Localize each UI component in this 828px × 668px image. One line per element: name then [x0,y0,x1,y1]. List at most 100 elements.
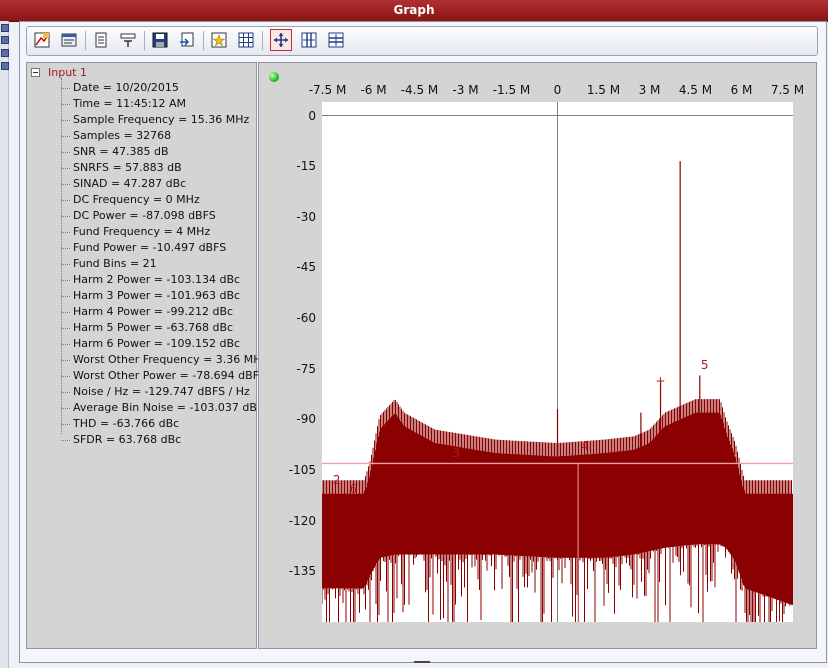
tree-connector [61,120,70,121]
toolbar-separator [144,31,145,50]
fft-plot-svg [322,102,793,622]
tree-connector [61,184,70,185]
x-tick-label: -1.5 M [492,83,531,97]
status-led-icon [269,72,279,82]
tree-item-label: DC Power = -87.098 dBFS [73,209,216,222]
tree-root-label: Input 1 [48,66,87,79]
tree-connector [61,264,70,265]
zoom-y-icon[interactable] [326,30,346,50]
tree-connector [61,312,70,313]
save-icon[interactable] [150,30,170,50]
tree-item-label: Harm 4 Power = -99.212 dBc [73,305,234,318]
y-tick-label: 0 [308,108,316,123]
tree-item-label: THD = -63.766 dBc [73,417,180,430]
tree-item-label: SFDR = 63.768 dBc [73,433,182,446]
left-dock-strip [0,21,9,668]
x-tick-label: 4.5 M [678,83,713,97]
autoscale-icon[interactable] [209,30,229,50]
toolbar-separator [262,31,263,50]
list-icon[interactable] [91,30,111,50]
tree-item-label: Time = 11:45:12 AM [73,97,187,110]
x-tick-label: 7.5 M [770,83,805,97]
graph-toolbar [26,26,818,56]
tree-item-label: Samples = 32768 [73,129,172,142]
x-tick-label: 1.5 M [586,83,621,97]
title-bar[interactable]: Graph [0,0,828,22]
tree-connector [61,152,70,153]
pan-icon[interactable] [270,29,292,51]
tree-connector [61,200,70,201]
harmonic-marker-label[interactable]: 5 [701,358,709,372]
tree-item-label: SINAD = 47.287 dBc [73,177,187,190]
grid-icon[interactable] [236,30,256,50]
measurement-tree[interactable]: Input 1 Date = 10/20/2015 Time = 11:45:12… [26,62,270,649]
tree-connector [61,280,70,281]
tree-item-label: Harm 5 Power = -63.768 dBc [73,321,234,334]
y-tick-label: -15 [296,159,316,174]
tree-item-label: Noise / Hz = -129.747 dBFS / Hz [73,385,250,398]
window-title: Graph [393,3,435,17]
resize-grip-icon[interactable] [414,661,430,663]
harmonic-marker-label[interactable]: + [656,374,666,388]
collapse-icon[interactable] [31,68,40,77]
x-tick-label: -4.5 M [400,83,439,97]
zoom-x-icon[interactable] [299,30,319,50]
tree-item-label: SNRFS = 57.883 dB [73,161,182,174]
tree-item-label: Fund Power = -10.497 dBFS [73,241,227,254]
tree-item-label: Harm 3 Power = -101.963 dBc [73,289,241,302]
tree-connector [61,168,70,169]
harmonic-marker-label[interactable]: 3 [452,446,460,460]
tree-connector [61,296,70,297]
tree-connector [61,344,70,345]
dock-tab-icon[interactable] [1,62,9,70]
tree-connector [61,232,70,233]
tree-connector [61,392,70,393]
x-tick-label: -3 M [452,83,479,97]
tree-item-label: Harm 2 Power = -103.134 dBc [73,273,241,286]
zoom-chart-icon[interactable] [32,30,52,50]
toolbar-separator [203,31,204,50]
fft-plot-area[interactable] [322,102,793,622]
tree-connector [61,216,70,217]
tree-item-label: Worst Other Frequency = 3.36 MHz [73,353,268,366]
tree-connector [61,104,70,105]
y-tick-label: -75 [296,361,316,376]
text-marker-icon[interactable] [118,30,138,50]
x-tick-label: 3 M [638,83,661,97]
y-tick-label: -30 [296,209,316,224]
x-tick-label: -7.5 M [308,83,347,97]
tree-connector [61,136,70,137]
tree-item-label: Harm 6 Power = -109.152 dBc [73,337,241,350]
dock-tab-icon[interactable] [1,36,9,44]
y-tick-label: -120 [288,513,316,528]
x-tick-label: 6 M [730,83,753,97]
y-tick-label: -135 [288,564,316,579]
x-tick-label: -6 M [360,83,387,97]
tree-connector [61,248,70,249]
properties-icon[interactable] [59,30,79,50]
tree-connector [61,408,70,409]
tree-item-label: Fund Frequency = 4 MHz [73,225,211,238]
harmonic-marker-label[interactable]: 4 [581,439,589,453]
y-tick-label: -90 [296,412,316,427]
tree-item-label: Date = 10/20/2015 [73,81,179,94]
harmonic-marker-label[interactable]: 2 [333,473,341,487]
tree-connector [61,424,70,425]
x-tick-label: 0 [553,83,562,97]
tree-connector [61,376,70,377]
tree-connector [61,88,70,89]
tree-connector [61,360,70,361]
export-icon[interactable] [177,30,197,50]
tree-item-label: Average Bin Noise = -103.037 dBFS [73,401,271,414]
y-tick-label: -60 [296,311,316,326]
dock-tab-icon[interactable] [1,49,9,57]
dock-tab-icon[interactable] [1,24,9,32]
tree-item-label: Sample Frequency = 15.36 MHz [73,113,250,126]
tree-item-label: Fund Bins = 21 [73,257,157,270]
tree-connector [61,78,62,434]
tree-item-label: SNR = 47.385 dB [73,145,169,158]
harmonic-marker-label[interactable]: 6 [350,482,358,496]
tree-connector [61,440,70,441]
y-tick-label: -105 [288,463,316,478]
tree-item-label: Worst Other Power = -78.694 dBFS [73,369,266,382]
